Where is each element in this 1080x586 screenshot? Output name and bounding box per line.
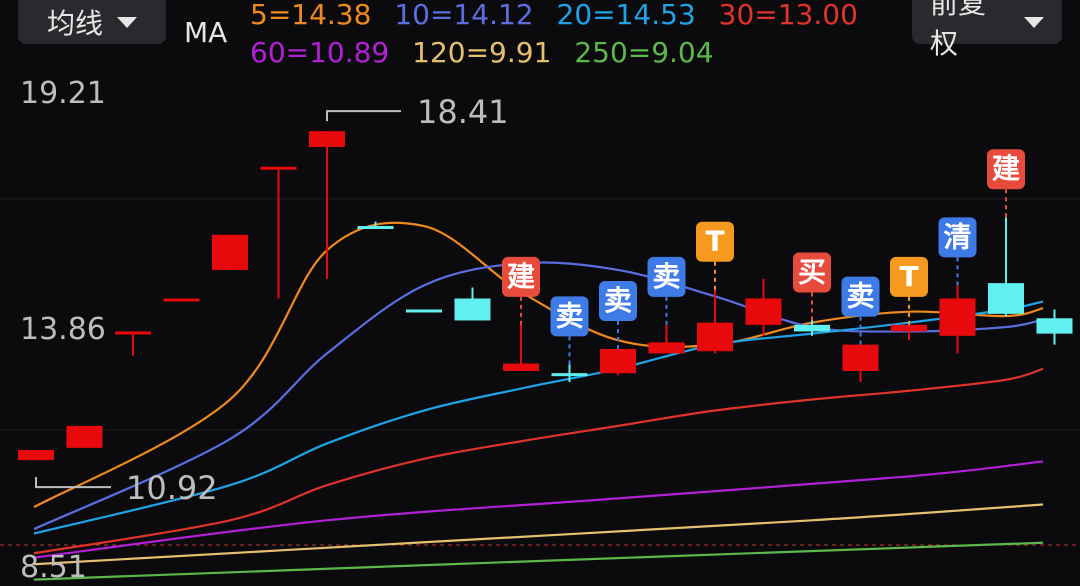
ma-line-ma30 (33, 367, 1044, 555)
signal-badge-label: 卖 (846, 280, 874, 313)
signal-badge-label: 建 (992, 152, 1020, 185)
candle-body (18, 450, 54, 461)
candle-body (988, 283, 1024, 314)
signal-badge-label: 卖 (555, 299, 583, 332)
candle-body (697, 322, 733, 352)
signal-badge-label: T (705, 225, 724, 258)
signal-badge-label: 清 (943, 220, 971, 253)
candle-body (212, 234, 248, 270)
candle-body (503, 363, 539, 371)
candle-body (66, 425, 103, 448)
candle-body (794, 324, 830, 332)
candle-body (745, 298, 782, 325)
candle-body (939, 298, 976, 336)
candle-body (309, 131, 345, 147)
signal-badge-label: 买 (798, 255, 826, 288)
candle-body (163, 298, 200, 302)
signal-badge-label: T (899, 260, 918, 293)
candle-body (1036, 318, 1073, 334)
candle-body (406, 309, 442, 313)
signal-badge-label: 建 (507, 260, 535, 293)
kline-chart-panel: { "toolbar": { "ma_type_label": "均线", "m… (0, 0, 1080, 586)
candle-body (842, 344, 879, 371)
low-marker-line (35, 477, 111, 489)
candle-body (648, 342, 685, 354)
candle-body (260, 166, 297, 170)
candle-body (600, 349, 636, 374)
candlestick-chart[interactable]: 18.4110.92建卖 卖卖T买卖T清建 (0, 0, 1080, 586)
ma-line-ma120 (33, 503, 1044, 566)
candle-body (454, 298, 491, 321)
ma-line-ma250 (33, 541, 1044, 581)
candle-body (357, 226, 394, 230)
signal-badge-label: 卖 (652, 260, 680, 293)
candle-body (115, 331, 151, 335)
axis-mid-label: 13.86 (20, 312, 106, 347)
axis-bottom-label: 8.51 (20, 550, 87, 585)
axis-top-label: 19.21 (20, 76, 106, 111)
high-marker-line (326, 110, 401, 122)
candle-body (551, 373, 588, 377)
low-price-label: 10.92 (126, 469, 218, 507)
candle-body (891, 324, 927, 332)
high-price-label: 18.41 (417, 93, 509, 131)
signal-badge-label: 卖 (604, 284, 632, 317)
